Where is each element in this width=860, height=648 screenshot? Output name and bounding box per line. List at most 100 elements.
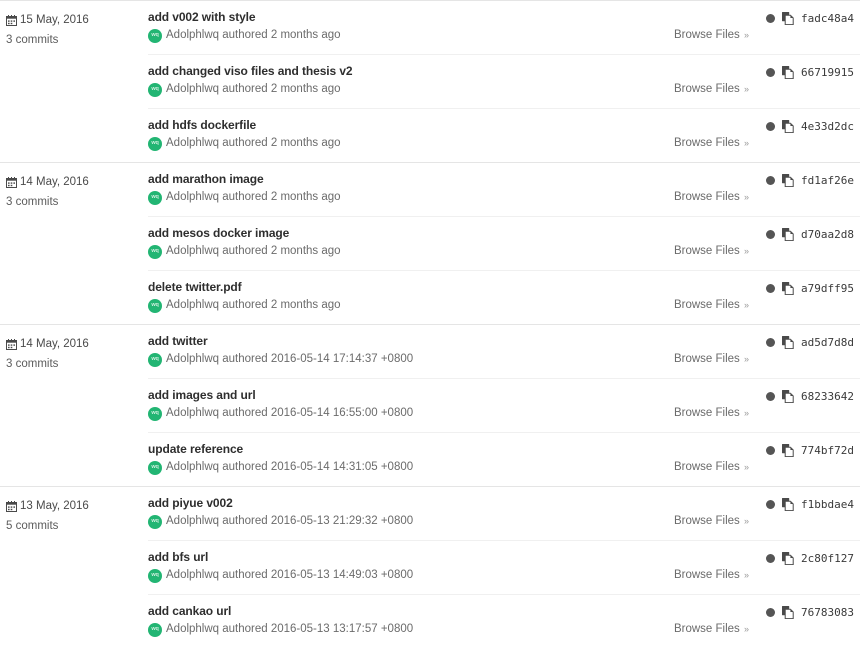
commit-actions: 76783083 Browse Files » — [604, 604, 860, 640]
copy-file-icon[interactable] — [782, 65, 794, 79]
commit-hash-line: d70aa2d8 — [766, 226, 854, 242]
avatar-icon[interactable]: wq — [148, 190, 162, 205]
commit-day-group: 15 May, 2016 3 commits add v002 with style… — [0, 1, 860, 163]
commit-sha-link[interactable]: 4e33d2dc — [801, 120, 854, 133]
commit-dot-icon[interactable] — [766, 67, 776, 77]
commit-title-link[interactable]: add hdfs dockerfile — [148, 118, 596, 133]
commit-sha-link[interactable]: 2c80f127 — [801, 552, 854, 565]
commit-author-time: Adolphlwq authored 2016-05-13 21:29:32 +… — [166, 515, 414, 527]
copy-file-icon[interactable] — [782, 11, 794, 25]
commit-dot-icon[interactable] — [766, 121, 776, 131]
commit-sha-link[interactable]: f1bbdae4 — [801, 498, 854, 511]
copy-file-icon[interactable] — [782, 227, 794, 241]
commit-title-link[interactable]: add bfs url — [148, 550, 596, 565]
commit-sha-link[interactable]: d70aa2d8 — [801, 228, 854, 241]
avatar-icon[interactable]: wq — [148, 28, 162, 43]
avatar-icon[interactable]: wq — [148, 622, 162, 637]
commit-row: add v002 with style wq Adolphlwq authored … — [148, 1, 860, 55]
commit-dot-icon[interactable] — [766, 445, 776, 455]
copy-file-icon[interactable] — [782, 443, 794, 457]
commit-main: add bfs url wq Adolphlwq authored 2016-05-… — [148, 550, 604, 583]
browse-files-link[interactable]: Browse Files » — [674, 460, 749, 475]
commit-dot-icon[interactable] — [766, 553, 776, 563]
commit-sha-link[interactable]: fadc48a4 — [801, 12, 854, 25]
copy-file-icon[interactable] — [782, 497, 794, 511]
commit-row: add mesos docker image wq Adolphlwq author… — [148, 217, 860, 271]
commit-actions: f1bbdae4 Browse Files » — [604, 496, 860, 532]
commit-title-link[interactable]: add marathon image — [148, 172, 596, 187]
commit-sha-link[interactable]: ad5d7d8d — [801, 336, 854, 349]
commit-byline: wq Adolphlwq authored 2016-05-13 13:17:57… — [148, 622, 596, 637]
commit-dot-icon[interactable] — [766, 283, 776, 293]
commit-author-time: Adolphlwq authored 2016-05-13 13:17:57 +… — [166, 623, 414, 635]
browse-files-link[interactable]: Browse Files » — [674, 136, 749, 151]
commit-actions: 68233642 Browse Files » — [604, 388, 860, 424]
chevron-right-icon: » — [743, 192, 749, 202]
commit-title-link[interactable]: add mesos docker image — [148, 226, 596, 241]
browse-files-label: Browse Files — [673, 245, 740, 257]
browse-files-link[interactable]: Browse Files » — [674, 406, 749, 421]
copy-file-icon[interactable] — [782, 281, 794, 295]
browse-files-link[interactable]: Browse Files » — [674, 514, 749, 529]
copy-file-icon[interactable] — [782, 605, 794, 619]
avatar-icon[interactable]: wq — [148, 406, 162, 421]
browse-files-link[interactable]: Browse Files » — [674, 622, 749, 637]
commit-title-link[interactable]: delete twitter.pdf — [148, 280, 596, 295]
commit-byline: wq Adolphlwq authored 2 months ago — [148, 298, 596, 313]
commit-main: add marathon image wq Adolphlwq authored 2… — [148, 172, 604, 205]
calendar-icon — [6, 177, 17, 188]
calendar-icon — [6, 501, 17, 512]
commit-title-link[interactable]: add cankao url — [148, 604, 596, 619]
commit-dot-icon[interactable] — [766, 337, 776, 347]
copy-file-icon[interactable] — [782, 389, 794, 403]
commit-dot-icon[interactable] — [766, 607, 776, 617]
browse-files-label: Browse Files — [673, 569, 740, 581]
copy-file-icon[interactable] — [782, 335, 794, 349]
commit-main: add changed viso files and thesis v2 wq Ad… — [148, 64, 604, 97]
avatar-icon[interactable]: wq — [148, 568, 162, 583]
browse-files-link[interactable]: Browse Files » — [674, 190, 749, 205]
avatar-icon[interactable]: wq — [148, 136, 162, 151]
commit-title-link[interactable]: add v002 with style — [148, 10, 596, 25]
commit-dot-icon[interactable] — [766, 229, 776, 239]
commit-sha-link[interactable]: 76783083 — [801, 606, 854, 619]
chevron-right-icon: » — [743, 246, 749, 256]
browse-files-link[interactable]: Browse Files » — [674, 352, 749, 367]
copy-file-icon[interactable] — [782, 551, 794, 565]
browse-files-link[interactable]: Browse Files » — [674, 568, 749, 583]
browse-files-label: Browse Files — [673, 83, 740, 95]
commit-actions: 4e33d2dc Browse Files » — [604, 118, 860, 154]
commit-sha-link[interactable]: 68233642 — [801, 390, 854, 403]
commit-sha-link[interactable]: a79dff95 — [801, 282, 854, 295]
browse-files-link[interactable]: Browse Files » — [674, 28, 749, 43]
commit-title-link[interactable]: add piyue v002 — [148, 496, 596, 511]
commit-dot-icon[interactable] — [766, 13, 776, 23]
commit-main: add piyue v002 wq Adolphlwq authored 2016-… — [148, 496, 604, 529]
avatar-icon[interactable]: wq — [148, 82, 162, 97]
browse-files-link[interactable]: Browse Files » — [674, 298, 749, 313]
commit-dot-icon[interactable] — [766, 391, 776, 401]
commit-dot-icon[interactable] — [766, 175, 776, 185]
commit-sha-link[interactable]: 774bf72d — [801, 444, 854, 457]
commit-sha-link[interactable]: fd1af26e — [801, 174, 854, 187]
avatar-icon[interactable]: wq — [148, 460, 162, 475]
commit-title-link[interactable]: add twitter — [148, 334, 596, 349]
commit-list: add twitter wq Adolphlwq authored 2016-05-… — [148, 325, 860, 486]
copy-file-icon[interactable] — [782, 173, 794, 187]
commit-group-meta: 13 May, 2016 5 commits — [0, 487, 148, 543]
avatar-icon[interactable]: wq — [148, 352, 162, 367]
commit-sha-link[interactable]: 66719915 — [801, 66, 854, 79]
avatar-icon[interactable]: wq — [148, 514, 162, 529]
chevron-right-icon: » — [743, 516, 749, 526]
commit-title-link[interactable]: add changed viso files and thesis v2 — [148, 64, 596, 79]
commit-title-link[interactable]: update reference — [148, 442, 596, 457]
commit-row: add images and url wq Adolphlwq authored 2… — [148, 379, 860, 433]
copy-file-icon[interactable] — [782, 119, 794, 133]
commit-dot-icon[interactable] — [766, 499, 776, 509]
avatar-icon[interactable]: wq — [148, 244, 162, 259]
commit-group-count: 3 commits — [6, 196, 59, 208]
commit-title-link[interactable]: add images and url — [148, 388, 596, 403]
avatar-icon[interactable]: wq — [148, 298, 162, 313]
browse-files-link[interactable]: Browse Files » — [674, 244, 749, 259]
browse-files-link[interactable]: Browse Files » — [674, 82, 749, 97]
